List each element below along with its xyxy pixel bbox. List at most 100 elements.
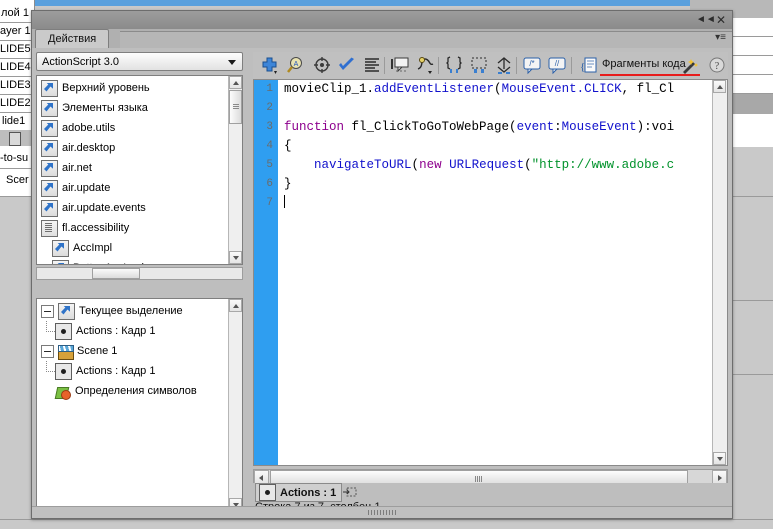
class-tree-item[interactable]: AccImpl (37, 238, 229, 258)
script-version-select[interactable]: ActionScript 3.0 (36, 52, 243, 71)
package-arrow-icon (41, 119, 58, 137)
package-doc-icon (41, 219, 58, 237)
tab-actions[interactable]: Действия (35, 29, 110, 49)
check-syntax-icon[interactable] (336, 55, 358, 76)
class-tree-item[interactable]: air.desktop (37, 138, 229, 158)
collapse-icon[interactable]: ◄◄ (696, 13, 716, 27)
panel-menu-icon[interactable]: ▾≡ (715, 32, 726, 43)
pinned-script-tab[interactable]: Actions : 1 (255, 483, 343, 502)
expand-all-icon[interactable] (493, 55, 515, 76)
auto-format-icon[interactable] (361, 55, 383, 76)
trash-icon[interactable] (9, 132, 21, 146)
package-arrow-icon (41, 179, 58, 197)
line-number-gutter: 1 2 3 4 5 6 7 (254, 80, 278, 465)
code-snippets-icon[interactable]: { (577, 55, 599, 76)
svg-text:A: A (294, 61, 299, 68)
scroll-up-icon[interactable] (229, 76, 242, 89)
magic-wand-icon[interactable] (678, 55, 700, 76)
package-arrow-icon (41, 199, 58, 217)
code-token: new (419, 158, 442, 172)
background-divider (0, 22, 34, 23)
panel-resize-grip[interactable] (32, 506, 732, 518)
script-tree-item-label: Scene 1 (77, 345, 118, 357)
debug-options-icon[interactable] (414, 55, 436, 76)
code-line[interactable]: function fl_ClickToGoToWebPage(event:Mou… (278, 118, 713, 137)
scroll-up-icon[interactable] (229, 299, 242, 312)
scroll-down-icon[interactable] (229, 251, 242, 264)
code-line[interactable] (278, 99, 713, 118)
script-tree-list: Текущее выделение Actions : Кадр 1 Scene 1… (37, 301, 229, 401)
frame-dot-icon (55, 362, 72, 380)
pin-script-icon[interactable] (343, 486, 357, 498)
script-version-value: ActionScript 3.0 (42, 56, 120, 68)
scroll-thumb[interactable] (229, 90, 242, 124)
script-tree-item[interactable]: Actions : Кадр 1 (37, 321, 229, 341)
collapse-selection-icon[interactable] (468, 55, 490, 76)
frame-dot-icon (55, 322, 72, 340)
class-tree-hscrollbar[interactable] (36, 267, 243, 280)
close-icon[interactable]: ✕ (714, 13, 728, 27)
script-tree-item[interactable]: Определения символов (37, 381, 229, 401)
package-arrow-icon (58, 302, 75, 320)
show-code-hint-icon[interactable] (389, 55, 411, 76)
code-line[interactable]: } (278, 175, 713, 194)
scroll-thumb-horizontal[interactable] (92, 268, 140, 279)
apply-line-comment-icon[interactable]: // (546, 55, 568, 76)
package-arrow-icon (52, 239, 69, 257)
line-number: 4 (266, 140, 273, 152)
code-editor[interactable]: 1234567 movieClip_1.addEventListener(Mou… (253, 79, 728, 466)
frame-dot-icon (259, 484, 276, 501)
code-token: "http://www.adobe.c (531, 158, 675, 172)
code-line[interactable] (278, 194, 713, 213)
class-tree-item-label: AccImpl (73, 242, 113, 254)
class-tree-item[interactable]: adobe.utils (37, 118, 229, 138)
code-token: ( (509, 120, 517, 134)
tree-collapse-toggle[interactable] (41, 304, 54, 318)
toolbar-separator (384, 57, 385, 74)
script-tree-item[interactable]: Actions : Кадр 1 (37, 361, 229, 381)
package-arrow-icon (41, 159, 58, 177)
class-tree-item[interactable]: air.update (37, 178, 229, 198)
script-tree-scrollbar[interactable] (228, 299, 242, 511)
tree-connector (41, 321, 55, 341)
chevron-down-icon[interactable] (228, 60, 236, 65)
svg-text:{: { (580, 61, 585, 73)
panel-titlebar[interactable]: ◄◄ ✕ (32, 11, 732, 30)
code-snippets-label[interactable]: Фрагменты кода (602, 58, 686, 70)
class-tree-item[interactable]: Верхний уровень (37, 78, 229, 98)
code-line[interactable]: { (278, 137, 713, 156)
code-text-area[interactable]: movieClip_1.addEventListener(MouseEvent.… (278, 80, 713, 465)
script-tree-item-label: Actions : Кадр 1 (76, 325, 156, 337)
class-tree-item[interactable]: fl.accessibility (37, 218, 229, 238)
class-tree-item[interactable]: ButtonAccImpl (37, 258, 229, 264)
apply-block-comment-icon[interactable]: /* (521, 55, 543, 76)
class-tree-item-label: adobe.utils (62, 122, 116, 134)
help-icon[interactable]: ? (706, 55, 728, 76)
script-tree-item-label: Текущее выделение (79, 305, 183, 317)
insert-target-path-icon[interactable] (311, 55, 333, 76)
class-browser-tree[interactable]: Верхний уровень Элементы языка adobe.utils… (36, 75, 243, 265)
code-token: , fl_Cl (621, 82, 675, 96)
panel-body: ActionScript 3.0 Верхний уровень Элементы… (32, 48, 732, 518)
class-tree-item[interactable]: Элементы языка (37, 98, 229, 118)
code-token: URLRequest (449, 158, 525, 172)
scroll-down-icon[interactable] (713, 452, 726, 465)
script-tree-item[interactable]: Текущее выделение (37, 301, 229, 321)
code-line[interactable]: navigateToURL(new URLRequest("http://www… (278, 156, 713, 175)
find-replace-icon[interactable]: A (286, 55, 308, 76)
class-tree-item[interactable]: air.net (37, 158, 229, 178)
code-token: movieClip_1. (284, 82, 375, 96)
class-tree-item[interactable]: air.update.events (37, 198, 229, 218)
text-caret (284, 195, 285, 208)
collapse-between-braces-icon[interactable] (443, 55, 465, 76)
class-tree-scrollbar[interactable] (228, 76, 242, 264)
background-label-7: -to-su (0, 152, 29, 164)
script-navigator-tree[interactable]: Текущее выделение Actions : Кадр 1 Scene 1… (36, 298, 243, 512)
tree-collapse-toggle[interactable] (41, 344, 54, 358)
script-tree-item[interactable]: Scene 1 (37, 341, 229, 361)
code-line[interactable]: movieClip_1.addEventListener(MouseEvent.… (278, 80, 713, 99)
scroll-up-icon[interactable] (713, 80, 726, 93)
code-vertical-scrollbar[interactable] (712, 80, 727, 465)
add-script-item-icon[interactable] (259, 55, 281, 76)
